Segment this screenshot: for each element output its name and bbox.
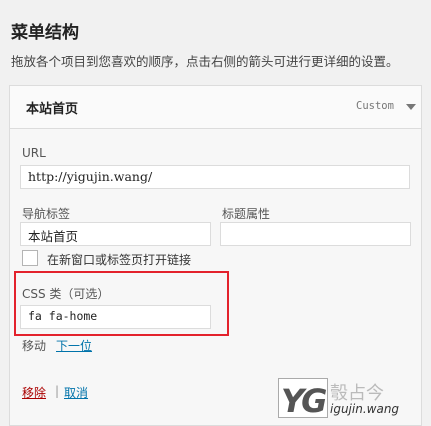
url-label: URL <box>22 146 46 160</box>
menu-item-title: 本站首页 <box>26 102 79 117</box>
move-label: 移动 <box>22 339 47 353</box>
cancel-link[interactable]: 取消 <box>64 384 88 401</box>
watermark-logo: YG <box>278 378 328 420</box>
page-hint: 拖放各个项目到您喜欢的顺序，点击右侧的箭头可进行更详细的设置。 <box>11 54 399 69</box>
title-attr-label: 标题属性 <box>222 207 271 221</box>
page-title: 菜单结构 <box>11 23 79 43</box>
watermark-logo-text: YG <box>281 382 327 420</box>
new-window-label: 在新窗口或标签页打开链接 <box>47 253 192 267</box>
css-class-input[interactable]: fa fa-home <box>20 305 211 329</box>
url-input[interactable]: http://yigujin.wang/ <box>20 165 410 189</box>
watermark-url: igujin.wang <box>330 402 400 416</box>
chevron-down-icon[interactable] <box>406 104 416 110</box>
nav-label-label: 导航标签 <box>22 207 71 221</box>
nav-label-input[interactable]: 本站首页 <box>20 222 211 246</box>
move-down-text[interactable]: 下一位 <box>56 339 92 353</box>
title-attr-input[interactable] <box>220 222 411 246</box>
css-class-label: CSS 类（可选） <box>22 287 110 301</box>
watermark: YG 彀占今 igujin.wang <box>278 375 428 420</box>
menu-item-type: Custom <box>356 100 394 112</box>
action-separator: | <box>55 384 60 398</box>
remove-link[interactable]: 移除 <box>22 384 46 401</box>
cancel-text[interactable]: 取消 <box>64 386 88 400</box>
menu-item-header[interactable]: 本站首页 Custom <box>10 86 421 129</box>
new-window-checkbox[interactable] <box>22 250 38 266</box>
move-down-link[interactable]: 下一位 <box>56 337 92 354</box>
